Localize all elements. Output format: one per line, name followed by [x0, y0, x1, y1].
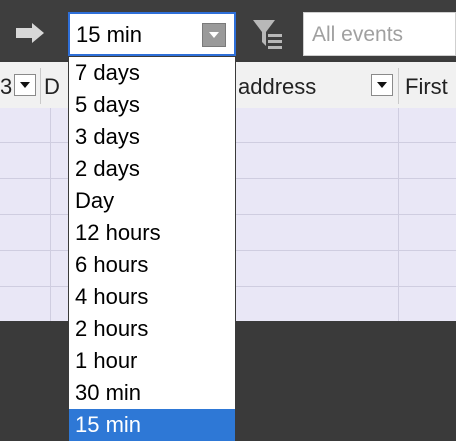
period-combobox[interactable]: 15 min: [68, 12, 236, 56]
column-header-label: D: [44, 74, 60, 99]
search-input[interactable]: [310, 19, 454, 51]
dropdown-option[interactable]: 30 min: [69, 377, 235, 409]
column-divider: [398, 108, 399, 321]
search-field[interactable]: [303, 12, 456, 56]
chevron-down-icon[interactable]: [202, 23, 226, 47]
dropdown-option[interactable]: 2 days: [69, 153, 235, 185]
dropdown-option[interactable]: 7 days: [69, 57, 235, 89]
toolbar: 15 min: [0, 0, 456, 60]
period-dropdown-list: 7 days 5 days 3 days 2 days Day 12 hours…: [68, 56, 236, 441]
column-header-label: address: [238, 74, 317, 99]
dropdown-option[interactable]: 1 hour: [69, 345, 235, 377]
filter-icon[interactable]: [250, 12, 286, 56]
dropdown-option[interactable]: 6 hours: [69, 249, 235, 281]
dropdown-option-selected[interactable]: 15 min: [69, 409, 235, 441]
column-filter-dropdown[interactable]: [371, 74, 393, 96]
dropdown-option[interactable]: Day: [69, 185, 235, 217]
dropdown-option[interactable]: 4 hours: [69, 281, 235, 313]
column-header-label: First: [405, 74, 448, 99]
arrow-right-icon[interactable]: [14, 22, 48, 44]
dropdown-option[interactable]: 3 days: [69, 121, 235, 153]
column-header-label: 3: [0, 74, 13, 99]
column-divider: [40, 68, 41, 104]
column-divider: [50, 108, 51, 321]
dropdown-option[interactable]: 5 days: [69, 89, 235, 121]
dropdown-option[interactable]: 2 hours: [69, 313, 235, 345]
dropdown-option[interactable]: 12 hours: [69, 217, 235, 249]
period-combobox-value: 15 min: [76, 22, 143, 47]
column-divider: [398, 68, 399, 104]
column-filter-dropdown[interactable]: [14, 74, 36, 96]
